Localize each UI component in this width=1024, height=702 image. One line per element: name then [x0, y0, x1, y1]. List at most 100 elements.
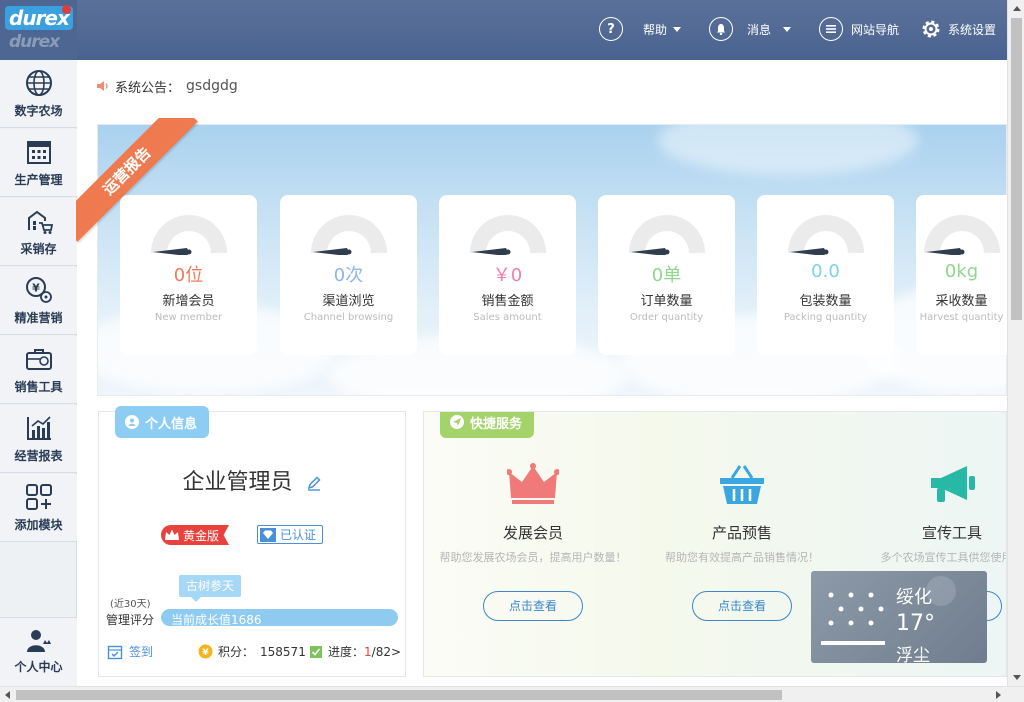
user-crown-icon — [26, 630, 51, 652]
stat-card[interactable]: 0位 新增会员 New member — [120, 195, 257, 355]
weather-widget: 绥化 17° 浮尘 — [811, 571, 987, 666]
sidebar-item-precision-marketing[interactable]: ¥ 精准营销 — [0, 267, 77, 335]
user-icon — [125, 415, 139, 429]
gold-edition-label: 黄金版 — [183, 528, 220, 543]
sidebar-item-production[interactable]: 生产管理 — [0, 129, 77, 197]
points-value: 158571 — [260, 644, 306, 659]
quick-services-tab: 快捷服务 — [440, 412, 535, 438]
stat-card[interactable]: 0kg 采收数量 Harvest quantity — [916, 195, 1007, 355]
stat-sublabel: Harvest quantity — [919, 312, 1004, 323]
stat-value: ￥0 — [492, 265, 523, 286]
certified-label: 已认证 — [280, 528, 317, 542]
sidebar-item-user-center[interactable]: 个人中心 — [0, 617, 77, 686]
sidebar-item-label: 生产管理 — [14, 173, 63, 187]
system-notice: 系统公告： gsdgdg — [96, 76, 238, 96]
service-description: 帮助您发展农场会员，提高用户数量！ — [439, 551, 627, 564]
stat-sublabel: New member — [154, 312, 223, 323]
sidebar-item-business-reports[interactable]: 经营报表 — [0, 405, 77, 473]
crown-icon — [165, 529, 179, 540]
personal-info-tab: 个人信息 — [115, 406, 210, 438]
stat-sublabel: Channel browsing — [303, 312, 394, 323]
stat-label: 订单数量 — [640, 294, 693, 309]
gauge-icon — [628, 215, 705, 255]
progress-current: 1 — [364, 644, 372, 659]
view-product-presale-button[interactable]: 点击查看 — [692, 591, 792, 621]
sidebar-item-label: 经营报表 — [14, 449, 63, 463]
svg-text:¥: ¥ — [32, 282, 40, 295]
signin-button[interactable]: 签到 — [107, 643, 153, 660]
dust-weather-icon — [821, 592, 885, 645]
service-description: 多个农场宣传工具供您使用！ — [880, 551, 1007, 564]
stat-card[interactable]: 0次 渠道浏览 Channel browsing — [280, 195, 417, 355]
clipboard-check-icon — [310, 646, 322, 658]
view-member-development-button[interactable]: 点击查看 — [483, 591, 583, 621]
sidebar-item-label: 数字农场 — [14, 104, 63, 118]
horizontal-scroll-thumb[interactable] — [16, 690, 782, 700]
megaphone-icon — [931, 466, 975, 502]
checkin-calendar-icon — [107, 645, 123, 659]
stat-sublabel: Sales amount — [473, 312, 542, 323]
edit-icon[interactable] — [306, 475, 322, 491]
task-progress[interactable]: 进度： 1 /82> — [309, 643, 401, 660]
cloud-decoration — [658, 125, 918, 175]
service-member-development: 发展会员 帮助您发展农场会员，提高用户数量！ 点击查看 — [424, 462, 643, 621]
logo-registered-icon — [62, 5, 71, 14]
settings-label: 系统设置 — [948, 22, 997, 37]
scroll-left-arrow-icon[interactable] — [5, 691, 10, 699]
settings-menu[interactable]: 系统设置 — [920, 16, 996, 42]
stat-value: 0.0 — [811, 261, 840, 282]
sidebar-item-sales-tools[interactable]: 销售工具 — [0, 336, 77, 404]
speaker-icon — [97, 81, 108, 91]
bell-icon — [709, 17, 733, 41]
basket-icon — [720, 465, 764, 504]
sidebar: durex durex 数字农场 生产管理 采销存 ¥ 精准营销 销售工具 经营… — [0, 0, 77, 686]
logo-reflection: durex — [9, 32, 60, 52]
certified-badge: 已认证 — [257, 525, 324, 544]
question-icon: ? — [599, 17, 623, 41]
sidebar-item-label: 销售工具 — [14, 380, 63, 394]
top-bar: ? 帮助 消息 网站导航 系统设置 — [77, 0, 1007, 60]
warehouse-cart-icon — [27, 210, 53, 234]
site-nav-menu[interactable]: 网站导航 — [819, 16, 899, 42]
stat-label: 包装数量 — [799, 294, 852, 309]
sidebar-item-purchase-sales-stock[interactable]: 采销存 — [0, 198, 77, 266]
vertical-scroll-thumb[interactable] — [1011, 18, 1022, 320]
personal-info-panel: 个人信息 企业管理员 黄金版 已认证 古树参天 (近30天) 管理评分 当前成长… — [98, 406, 406, 677]
stat-card[interactable]: 0.0 包装数量 Packing quantity — [757, 195, 894, 355]
globe-icon — [25, 70, 52, 96]
progress-total: /82> — [371, 644, 402, 659]
stat-sublabel: Packing quantity — [783, 312, 868, 323]
sidebar-item-label: 精准营销 — [14, 311, 63, 325]
scroll-right-arrow-icon[interactable] — [996, 691, 1001, 699]
recent-30-days-label: (近30天) — [110, 599, 151, 610]
points-label: 积分： — [218, 645, 255, 659]
messages-label: 消息 — [747, 22, 772, 37]
scroll-up-arrow-icon[interactable] — [1013, 6, 1021, 11]
gauge-icon — [150, 215, 227, 255]
calendar-icon — [26, 141, 51, 164]
help-label: 帮助 — [643, 22, 668, 37]
stat-card[interactable]: ￥0 销售金额 Sales amount — [439, 195, 576, 355]
gear-icon — [920, 18, 942, 40]
horizontal-scrollbar[interactable] — [0, 686, 1024, 702]
gold-edition-badge: 黄金版 — [161, 525, 230, 545]
scroll-down-arrow-icon[interactable] — [1013, 675, 1021, 680]
stat-label: 新增会员 — [162, 294, 215, 309]
gauge-icon — [469, 215, 546, 255]
management-score-label: 管理评分 — [106, 613, 155, 627]
site-nav-label: 网站导航 — [851, 22, 900, 37]
stat-card[interactable]: 0单 订单数量 Order quantity — [598, 195, 735, 355]
messages-menu[interactable]: 消息 — [709, 16, 792, 42]
sidebar-item-digital-farm[interactable]: 数字农场 — [0, 60, 77, 128]
sidebar-item-label: 采销存 — [20, 242, 57, 256]
logo[interactable]: durex durex — [0, 0, 77, 60]
gauge-icon — [310, 215, 387, 255]
stat-label: 销售金额 — [481, 294, 534, 309]
svg-text:¥: ¥ — [202, 648, 209, 658]
sidebar-item-add-module[interactable]: 添加模块 — [0, 474, 77, 542]
money-target-icon: ¥ — [25, 277, 52, 303]
vertical-scrollbar[interactable] — [1007, 0, 1024, 686]
notice-value[interactable]: gsdgdg — [186, 78, 238, 94]
help-menu[interactable]: ? 帮助 — [599, 16, 682, 42]
notice-label: 系统公告： — [115, 80, 181, 96]
